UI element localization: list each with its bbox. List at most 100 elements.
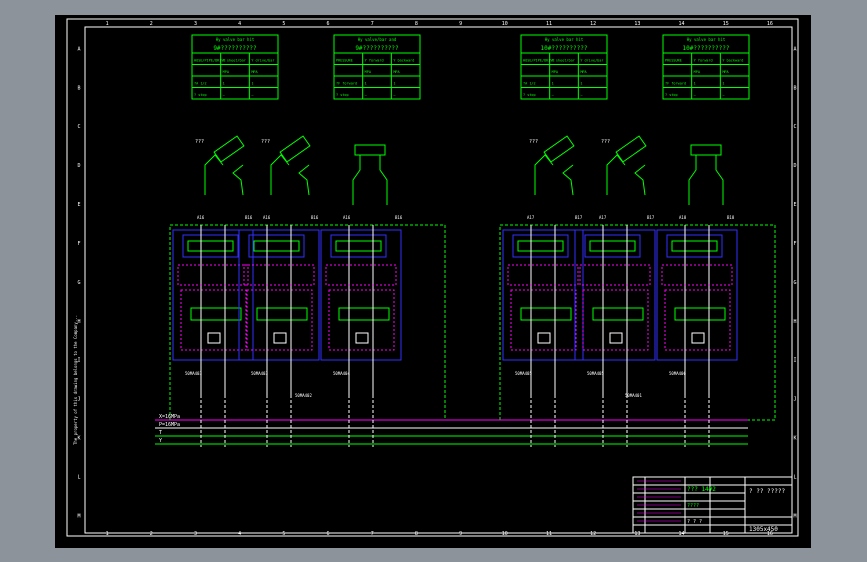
row-label: G bbox=[77, 280, 80, 286]
table-title: Hy valve/bar and bbox=[358, 37, 397, 42]
table-cell: ? stop bbox=[336, 93, 349, 97]
column-label: 16 bbox=[767, 21, 773, 27]
table-subtitle: 9#?????????? bbox=[213, 45, 257, 52]
cylinder-label: ??? bbox=[195, 139, 204, 145]
column-label: 15 bbox=[723, 21, 729, 27]
block-label: 50MA401 bbox=[625, 393, 642, 398]
column-label: 3 bbox=[194, 21, 197, 27]
table-cell: Y backward bbox=[722, 59, 743, 63]
port-label: B17 bbox=[575, 215, 583, 220]
cylinder-5 bbox=[615, 135, 647, 163]
port-label: A17 bbox=[599, 215, 607, 220]
port-label: B16 bbox=[311, 215, 319, 220]
column-label: 14 bbox=[679, 21, 685, 27]
manifold-outline bbox=[169, 224, 446, 421]
column-label: 12 bbox=[590, 531, 596, 537]
drawing-sheet: 1 1 2 2 3 3 4 4 5 5 6 6 7 7 8 8 9 9 10 10 11 11 12 12 13 13 14 14 15… bbox=[55, 15, 811, 548]
row-label: M bbox=[793, 513, 796, 519]
cylinder-3 bbox=[354, 144, 386, 156]
table-title: Hy valve bar hit bbox=[545, 37, 584, 42]
table-cell: ?F forward bbox=[336, 82, 357, 86]
port-label: A16 bbox=[343, 215, 351, 220]
left-valve-group: ??? ??? A16 B16 A16 B16 A16 B16 50MA403 5… bbox=[169, 135, 446, 421]
table-cell: ?A 1/2 bbox=[523, 82, 536, 86]
table-cell: MPA bbox=[722, 70, 729, 74]
pipe-line bbox=[352, 155, 388, 205]
column-label: 6 bbox=[327, 21, 330, 27]
row-markers: A AB BC CD DE EF FG GH HI IJ JK KL LM M bbox=[77, 46, 796, 519]
column-label: 10 bbox=[502, 531, 508, 537]
pipe-line bbox=[232, 164, 244, 196]
column-label: 4 bbox=[238, 531, 241, 537]
row-label: J bbox=[793, 397, 796, 403]
row-label: I bbox=[793, 358, 796, 364]
module-label: 50MA405 bbox=[587, 371, 604, 376]
column-label: 1 bbox=[106, 531, 109, 537]
table-cell: MPA bbox=[393, 70, 400, 74]
table-cell: Y drive/bar bbox=[580, 59, 603, 63]
right-valve-group: ??? ??? A17 B17 A17 B17 A18 B18 50MA405 5… bbox=[499, 135, 776, 421]
column-label: 5 bbox=[282, 531, 285, 537]
row-label: F bbox=[793, 241, 796, 247]
pipe-line bbox=[634, 164, 646, 196]
column-markers: 1122334455667788991010111112121313141415… bbox=[106, 21, 773, 537]
drawing-name: ???? bbox=[687, 503, 699, 509]
column-label: 1 bbox=[106, 21, 109, 27]
row-label: D bbox=[77, 163, 80, 169]
outer-frame bbox=[66, 18, 799, 537]
column-label: 11 bbox=[546, 531, 552, 537]
table-cell: — bbox=[580, 93, 583, 97]
row-label: D bbox=[793, 163, 796, 169]
column-label: 8 bbox=[415, 21, 418, 27]
row-label: H bbox=[793, 319, 796, 325]
parameter-table: Hy valve bar hit9#??????????HOSE/PIPE/DR… bbox=[191, 34, 279, 100]
column-label: 4 bbox=[238, 21, 241, 27]
row-label: M bbox=[77, 513, 80, 519]
valve-module: 50MA405 bbox=[502, 225, 584, 395]
table-subtitle: 10#?????????? bbox=[541, 45, 588, 52]
column-label: 9 bbox=[459, 531, 462, 537]
table-cell: MPA bbox=[580, 70, 587, 74]
parameter-table: Hy valve bar hit 10#?????????? PRESSURE Y f… bbox=[662, 34, 750, 100]
manifold-outline bbox=[499, 224, 776, 421]
project-name: ??? 14#2 bbox=[687, 486, 716, 493]
cylinder-1 bbox=[213, 135, 245, 163]
row-label: G bbox=[793, 280, 796, 286]
column-label: 8 bbox=[415, 531, 418, 537]
row-label: A bbox=[793, 46, 796, 52]
table-cell: — bbox=[393, 93, 396, 97]
table-cell: Y drive/bar bbox=[251, 59, 274, 63]
table-title: Hy valve bar hit bbox=[216, 37, 255, 42]
column-label: 12 bbox=[590, 21, 596, 27]
port-label: B17 bbox=[647, 215, 655, 220]
table-cell: ?A 1/2 bbox=[194, 82, 207, 86]
module-label: 50MA404 bbox=[333, 371, 350, 376]
supply-label: P=16MPa bbox=[159, 422, 180, 428]
table-cell: — bbox=[223, 93, 226, 97]
table-cell: Y backward bbox=[393, 59, 414, 63]
parameter-table: Hy valve/bar and 9#?????????? PRESSURE Y fo… bbox=[333, 34, 421, 100]
row-label: L bbox=[793, 475, 796, 481]
port-label: A16 bbox=[197, 215, 205, 220]
column-label: 7 bbox=[371, 21, 374, 27]
table-cell: — bbox=[552, 93, 555, 97]
side-note: The property of this drawing belongs to … bbox=[73, 315, 78, 445]
table-cell: MPA bbox=[223, 70, 230, 74]
port-label: A18 bbox=[679, 215, 687, 220]
inner-frame bbox=[84, 26, 793, 534]
column-label: 15 bbox=[723, 531, 729, 537]
column-label: 10 bbox=[502, 21, 508, 27]
parameter-tables: Hy valve bar hit9#??????????HOSE/PIPE/DR… bbox=[191, 34, 750, 100]
table-cell: 1 bbox=[251, 82, 253, 86]
row-label: B bbox=[77, 85, 80, 91]
column-label: 3 bbox=[194, 531, 197, 537]
table-cell: ? stop bbox=[194, 93, 207, 97]
column-label: 14 bbox=[679, 531, 685, 537]
column-label: 11 bbox=[546, 21, 552, 27]
row-label: L bbox=[77, 475, 80, 481]
hydraulic-schematic: 1122334455667788991010111112121313141415… bbox=[66, 18, 799, 537]
column-label: 13 bbox=[634, 531, 640, 537]
pipe-line bbox=[688, 155, 724, 205]
supply-label: Y bbox=[159, 438, 162, 444]
table-cell: — bbox=[722, 93, 725, 97]
